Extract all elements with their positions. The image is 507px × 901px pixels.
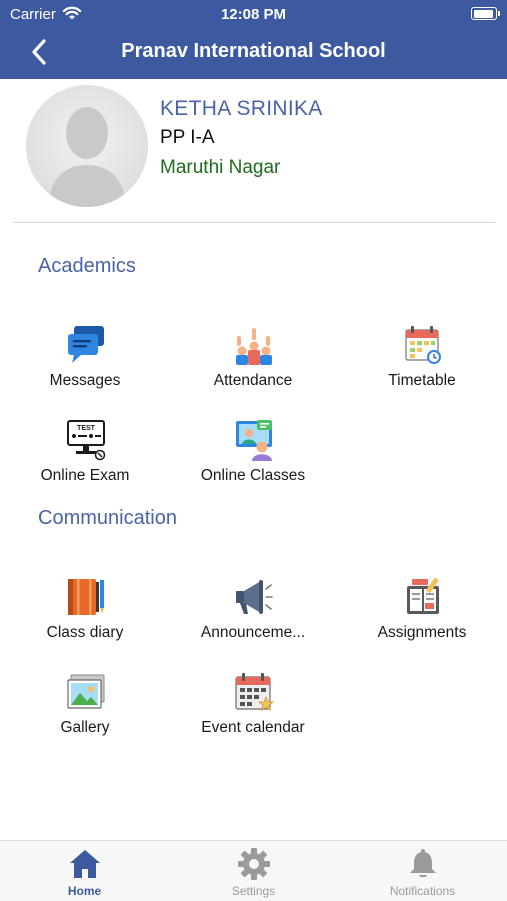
tile-label: Class diary — [46, 624, 124, 641]
tile-announcement[interactable]: Announceme... — [169, 576, 337, 656]
tile-label: Gallery — [60, 719, 110, 736]
timetable-icon — [405, 326, 441, 364]
status-bar: Carrier 12:08 PM — [0, 0, 507, 28]
page-title: Pranav International School — [121, 40, 386, 62]
tile-messages[interactable]: Messages — [1, 324, 169, 404]
tile-label: Attendance — [213, 372, 293, 389]
tab-label: Settings — [231, 884, 276, 898]
tab-notifications[interactable]: Notifications — [338, 841, 507, 901]
student-class: PP I-A — [160, 127, 215, 148]
tile-timetable[interactable]: Timetable — [338, 324, 506, 404]
student-name: KETHA SRINIKA — [160, 97, 323, 120]
tab-bar: Home Settings Notifications — [0, 840, 507, 901]
student-branch: Maruthi Nagar — [160, 157, 281, 178]
class-diary-icon — [68, 579, 104, 615]
student-profile: KETHA SRINIKA PP I-A Maruthi Nagar — [0, 79, 507, 223]
section-title-communication: Communication — [38, 507, 177, 529]
section-title-academics: Academics — [38, 255, 136, 277]
divider — [13, 222, 495, 223]
online-exam-icon: TEST — [67, 420, 106, 461]
tab-label: Notifications — [389, 884, 456, 898]
tile-label: Messages — [49, 372, 121, 389]
tile-label: Online Exam — [40, 467, 130, 484]
messages-icon — [68, 326, 104, 363]
app-header: Carrier 12:08 PM Pranav International Sc… — [0, 0, 507, 79]
gear-icon — [238, 848, 270, 880]
svg-text:TEST: TEST — [77, 425, 96, 432]
bell-icon — [410, 849, 436, 878]
tile-label: Event calendar — [201, 719, 305, 736]
online-classes-icon — [236, 420, 272, 461]
tile-assignments[interactable]: Assignments — [338, 576, 506, 656]
gallery-icon — [67, 674, 105, 709]
tile-online-exam[interactable]: TEST Online Exam — [1, 419, 169, 499]
tab-label: Home — [67, 884, 102, 898]
tile-event-calendar[interactable]: Event calendar — [169, 671, 337, 751]
tile-online-classes[interactable]: Online Classes — [169, 419, 337, 499]
avatar[interactable] — [26, 85, 148, 207]
attendance-icon — [236, 328, 272, 365]
tab-settings[interactable]: Settings — [169, 841, 338, 901]
status-time: 12:08 PM — [220, 6, 287, 23]
assignments-icon — [407, 577, 439, 614]
tile-attendance[interactable]: Attendance — [169, 324, 337, 404]
tile-gallery[interactable]: Gallery — [1, 671, 169, 751]
home-icon — [70, 850, 100, 878]
tile-label: Announceme... — [200, 624, 306, 641]
tab-home[interactable]: Home — [0, 841, 169, 901]
announcement-icon — [236, 580, 273, 614]
user-silhouette-icon — [26, 85, 148, 207]
battery-icon — [471, 7, 500, 20]
tile-label: Timetable — [388, 372, 456, 389]
event-calendar-icon — [235, 673, 275, 711]
tile-class-diary[interactable]: Class diary — [1, 576, 169, 656]
tile-label: Assignments — [377, 624, 467, 641]
tile-label: Online Classes — [200, 467, 306, 484]
